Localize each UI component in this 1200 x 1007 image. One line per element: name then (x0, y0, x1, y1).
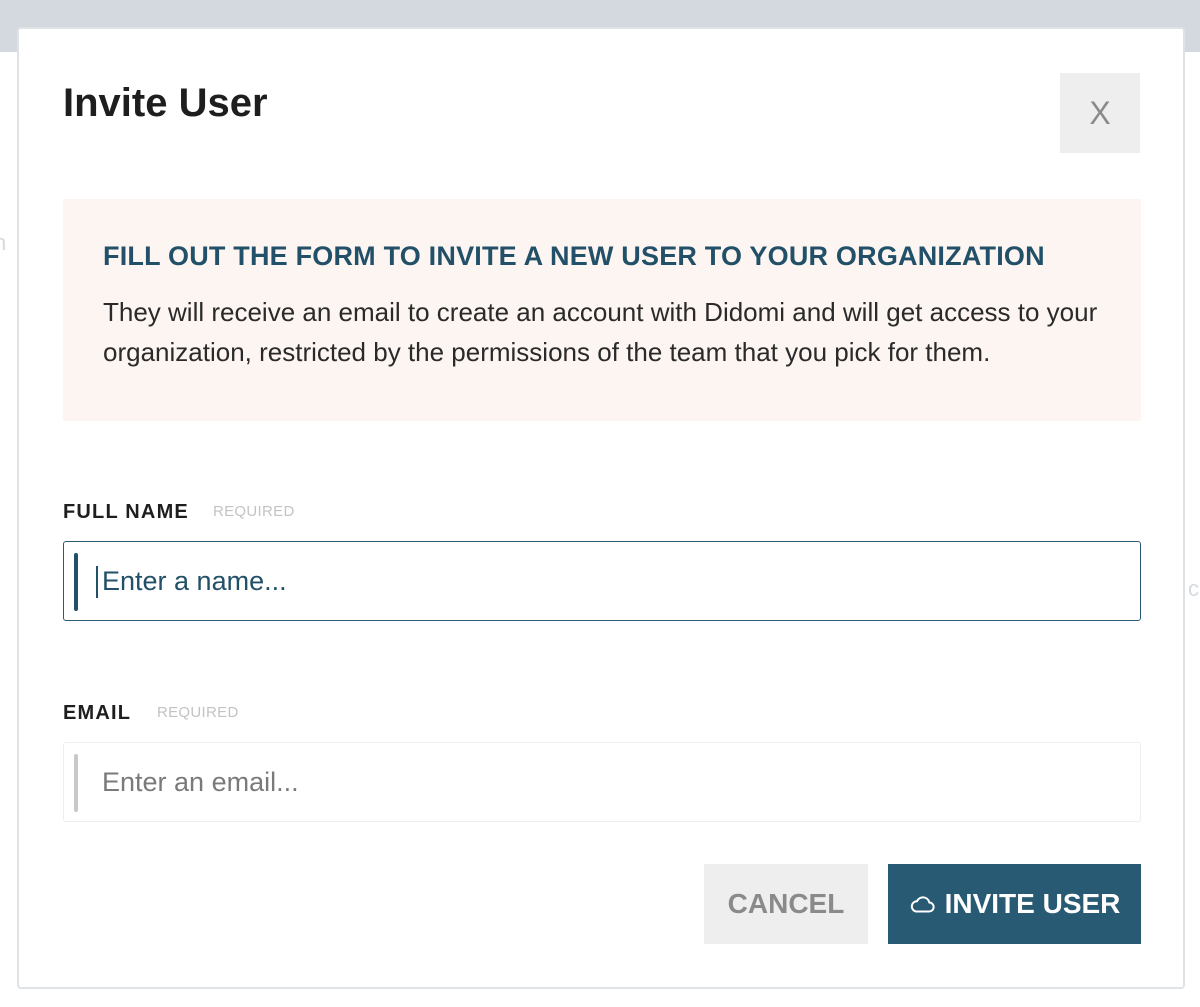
full-name-required-tag: REQUIRED (213, 503, 295, 520)
notice-body: They will receive an email to create an … (103, 297, 1098, 367)
input-accent-bar (74, 553, 78, 611)
text-caret (96, 566, 98, 598)
input-accent-bar (74, 754, 78, 812)
cloud-icon (909, 894, 935, 914)
full-name-input[interactable] (102, 542, 1122, 620)
info-notice: FILL OUT THE FORM TO INVITE A NEW USER T… (63, 199, 1141, 421)
invite-user-button[interactable]: INVITE USER (888, 864, 1141, 944)
close-icon: X (1089, 94, 1111, 131)
full-name-label: FULL NAME (63, 501, 189, 523)
cancel-button[interactable]: CANCEL (704, 864, 868, 944)
email-input[interactable] (102, 743, 1122, 821)
invite-user-modal: Invite User X FILL OUT THE FORM TO INVIT… (17, 27, 1185, 989)
background-fragment: n (0, 230, 7, 255)
close-button[interactable]: X (1060, 73, 1140, 153)
modal-title: Invite User (63, 81, 268, 125)
email-field[interactable] (63, 742, 1141, 822)
full-name-field[interactable] (63, 541, 1141, 621)
email-label: EMAIL (63, 702, 132, 724)
invite-user-label: INVITE USER (944, 888, 1121, 919)
email-required-tag: REQUIRED (157, 704, 239, 721)
notice-heading: FILL OUT THE FORM TO INVITE A NEW USER T… (103, 241, 1045, 271)
background-fragment: c (1188, 576, 1199, 601)
